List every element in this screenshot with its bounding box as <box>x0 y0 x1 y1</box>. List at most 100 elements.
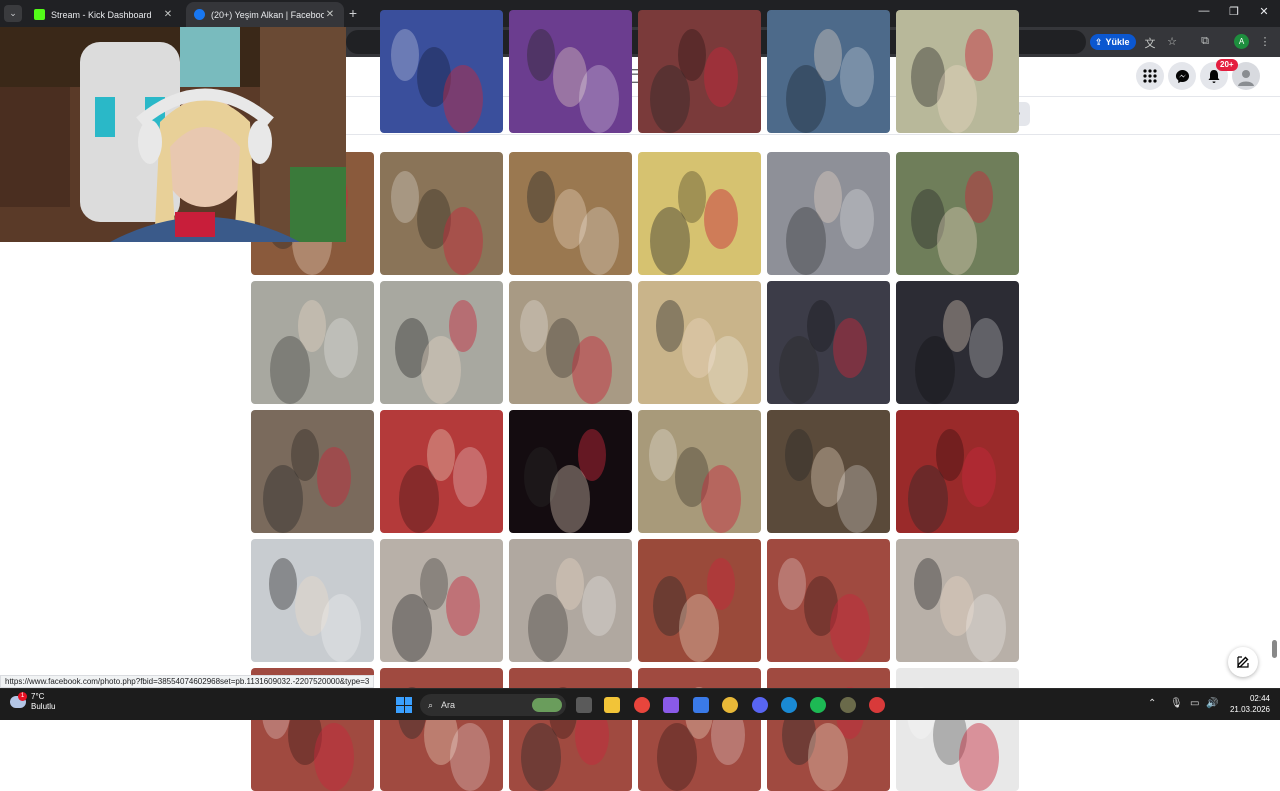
photo-thumbnail-image <box>270 300 358 404</box>
partial-bottom-photo-4[interactable] <box>638 668 761 791</box>
partial-top-photo-1[interactable] <box>380 10 503 133</box>
photo-thumbnail-image <box>527 171 619 275</box>
upload-icon: ⇪ <box>1095 36 1103 47</box>
store-icon[interactable] <box>693 697 709 713</box>
new-tab-button[interactable]: + <box>346 4 360 22</box>
app-icon-3[interactable] <box>869 697 885 713</box>
weather-widget[interactable]: 1 7°C Bulutlu <box>10 692 55 712</box>
clock-date: 21.03.2026 <box>1229 705 1270 714</box>
photo-kitchen-two-women[interactable] <box>509 152 632 275</box>
photo-thumbnail-image <box>527 29 619 133</box>
photo-thumbnail-image <box>786 171 874 275</box>
restore-icon[interactable]: ❐ <box>1226 5 1242 18</box>
partial-bottom-photo-3[interactable] <box>509 668 632 791</box>
bookmark-star-icon[interactable]: ☆ <box>1165 35 1179 48</box>
photo-selfie-rotated[interactable] <box>896 410 1019 533</box>
photo-thumbnail-image <box>398 687 490 791</box>
chrome-icon[interactable] <box>634 697 650 713</box>
photo-school-show-3[interactable] <box>638 539 761 662</box>
photo-two-women-selfie[interactable] <box>767 410 890 533</box>
microphone-icon[interactable]: 🎙 <box>1170 698 1183 709</box>
kick-favicon-icon <box>34 9 45 20</box>
photo-thumbnail-image <box>650 29 738 133</box>
tab-close-icon[interactable]: ✕ <box>324 9 336 20</box>
new-message-button[interactable] <box>1228 647 1258 677</box>
edge-icon[interactable] <box>781 697 797 713</box>
photo-school-show-1[interactable] <box>380 539 503 662</box>
app-icon-2[interactable] <box>840 697 856 713</box>
photo-thumbnail-image <box>911 29 993 133</box>
photo-child-on-sofa[interactable] <box>638 152 761 275</box>
tab-label: (20+) Yeşim Alkan | Facebook <box>211 9 324 20</box>
page-scrollbar[interactable] <box>1272 640 1277 658</box>
partial-top-photo-4[interactable] <box>767 10 890 133</box>
photo-mother-child-1[interactable] <box>767 281 890 404</box>
spotify-icon[interactable] <box>810 697 826 713</box>
photo-thumbnail-image <box>263 429 351 533</box>
tab-search-dropdown-icon[interactable]: ⌄ <box>4 5 22 22</box>
photo-boy-costume[interactable] <box>509 281 632 404</box>
photo-three-women[interactable] <box>638 410 761 533</box>
partial-top-photo-5[interactable] <box>896 10 1019 133</box>
tray-overflow-icon[interactable]: ⌃ <box>1148 698 1156 709</box>
photo-thumbnail-image <box>779 300 867 404</box>
tab-kick-dashboard[interactable]: Stream - Kick Dashboard ✕ <box>26 2 182 27</box>
tab-close-icon[interactable]: ✕ <box>162 9 174 20</box>
photo-woman-red-night[interactable] <box>509 410 632 533</box>
photo-thumbnail-image <box>395 300 477 404</box>
photo-kids-group-2[interactable] <box>380 281 503 404</box>
partial-bottom-photo-2[interactable] <box>380 668 503 791</box>
photo-thumbnail-image <box>391 171 483 275</box>
volume-icon[interactable]: 🔊 <box>1206 698 1218 709</box>
partial-top-photo-3[interactable] <box>638 10 761 133</box>
photo-kids-group-1[interactable] <box>251 281 374 404</box>
browser-profile-avatar[interactable]: A <box>1234 34 1249 49</box>
partial-top-photo-2[interactable] <box>509 10 632 133</box>
minimize-icon[interactable]: — <box>1196 5 1212 17</box>
upload-label: Yükle <box>1105 37 1130 47</box>
taskbar-search[interactable]: ⌕ Ara <box>420 694 566 716</box>
task-view-icon[interactable] <box>576 697 592 713</box>
menu-grid-button[interactable] <box>1136 62 1164 90</box>
photo-toddler-closeup[interactable] <box>251 410 374 533</box>
photo-thumbnail-image <box>778 558 870 662</box>
photo-woman-child-snow[interactable] <box>251 539 374 662</box>
extensions-icon[interactable]: ⧉ <box>1198 35 1212 48</box>
app-icon-1[interactable] <box>722 697 738 713</box>
translate-icon[interactable]: 文 <box>1143 35 1157 51</box>
photo-child-lying[interactable] <box>638 281 761 404</box>
photo-thumbnail-image <box>907 687 999 791</box>
photo-kitchen-family[interactable] <box>380 152 503 275</box>
photo-school-show-4[interactable] <box>767 539 890 662</box>
partial-bottom-photo-6[interactable] <box>896 668 1019 791</box>
discord-icon[interactable] <box>752 697 768 713</box>
upload-button[interactable]: ⇪ Yükle <box>1090 34 1136 50</box>
photo-thumbnail-image <box>785 429 877 533</box>
photo-woman-street[interactable] <box>896 152 1019 275</box>
bell-icon <box>1208 69 1220 83</box>
window-close-icon[interactable]: ✕ <box>1256 5 1272 18</box>
photo-thumbnail-image <box>399 429 487 533</box>
photo-school-show-2[interactable] <box>509 539 632 662</box>
copilot-icon[interactable] <box>663 697 679 713</box>
photo-mother-child-2[interactable] <box>896 281 1019 404</box>
photo-thumbnail-image <box>269 558 361 662</box>
file-explorer-icon[interactable] <box>604 697 620 713</box>
webcam-overlay <box>0 27 346 242</box>
network-icon[interactable]: ▭ <box>1190 698 1199 709</box>
photo-girl-pink-dress[interactable] <box>767 152 890 275</box>
cloud-icon: 1 <box>10 692 27 708</box>
browser-menu-icon[interactable]: ⋮ <box>1258 35 1272 48</box>
grid-icon <box>1143 69 1157 83</box>
partial-bottom-photo-5[interactable] <box>767 668 890 791</box>
photo-thumbnail-image <box>657 687 745 791</box>
photo-group-rotated[interactable] <box>380 410 503 533</box>
photo-school-show-5[interactable] <box>896 539 1019 662</box>
photo-thumbnail-image <box>649 429 741 533</box>
windows-start-icon[interactable] <box>396 697 412 713</box>
tab-facebook[interactable]: (20+) Yeşim Alkan | Facebook ✕ <box>186 2 344 27</box>
messenger-button[interactable] <box>1168 62 1196 90</box>
photo-thumbnail-image <box>520 300 612 404</box>
search-highlight-image <box>532 698 562 712</box>
taskbar-clock[interactable]: 02:44 21.03.2026 <box>1226 693 1270 715</box>
